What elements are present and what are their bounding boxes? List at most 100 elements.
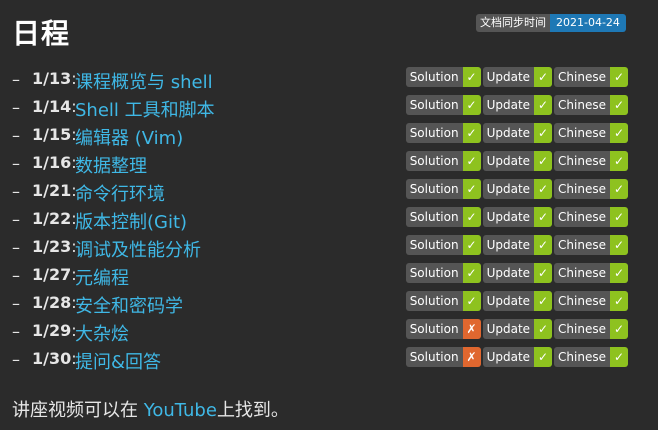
update-status-badge[interactable]: Update ✓: [482, 151, 553, 171]
update-status-badge[interactable]: Update ✓: [482, 235, 553, 255]
badge-label: Update: [482, 95, 535, 115]
check-icon: ✓: [610, 151, 628, 171]
lecture-link[interactable]: 数据整理: [75, 152, 147, 178]
solution-status-badge[interactable]: Solution ✓: [405, 291, 481, 311]
schedule-row: –1/30: 提问&回答 Solution ✗ Update ✓ Chinese ✓: [0, 346, 658, 374]
chinese-status-badge[interactable]: Chinese ✓: [554, 263, 628, 283]
solution-status-badge[interactable]: Solution ✓: [405, 263, 481, 283]
update-status-badge[interactable]: Update ✓: [482, 67, 553, 87]
chinese-status-badge[interactable]: Chinese ✓: [554, 67, 628, 87]
list-bullet: –: [12, 98, 20, 117]
check-icon: ✓: [534, 207, 553, 227]
lecture-link[interactable]: 大杂烩: [75, 320, 129, 346]
solution-status-badge[interactable]: Solution ✓: [405, 95, 481, 115]
lecture-link[interactable]: 安全和密码学: [75, 292, 183, 318]
lecture-link[interactable]: 编辑器 (Vim): [75, 124, 183, 150]
update-status-badge[interactable]: Update ✓: [482, 123, 553, 143]
list-bullet: –: [12, 154, 20, 173]
chinese-status-badge[interactable]: Chinese ✓: [554, 123, 628, 143]
chinese-status-badge[interactable]: Chinese ✓: [554, 347, 628, 367]
lecture-date-text: 1/22: [32, 209, 72, 228]
update-status-badge[interactable]: Update ✓: [482, 207, 553, 227]
list-bullet: –: [12, 210, 20, 229]
badge-label: Chinese: [554, 207, 610, 227]
badge-label: Solution: [405, 347, 463, 367]
update-status-badge[interactable]: Update ✓: [482, 347, 553, 367]
chinese-status-badge[interactable]: Chinese ✓: [554, 207, 628, 227]
schedule-row: –1/21: 命令行环境 Solution ✓ Update ✓ Chinese ✓: [0, 178, 658, 206]
lecture-date-text: 1/21: [32, 181, 72, 200]
badge-label: Chinese: [554, 179, 610, 199]
sync-date-badge: 文档同步时间 2021-04-24: [476, 14, 626, 32]
badge-label: Update: [482, 151, 535, 171]
badge-label: Solution: [405, 291, 463, 311]
badge-label: Chinese: [554, 319, 610, 339]
schedule-row: –1/13: 课程概览与 shell Solution ✓ Update ✓ Chinese…: [0, 66, 658, 94]
badge-label: Solution: [405, 95, 463, 115]
chinese-status-badge[interactable]: Chinese ✓: [554, 235, 628, 255]
solution-status-badge[interactable]: Solution ✓: [405, 207, 481, 227]
check-icon: ✓: [534, 347, 553, 367]
lecture-link[interactable]: 课程概览与 shell: [75, 68, 213, 94]
page-title: 日程: [12, 17, 71, 50]
solution-status-badge[interactable]: Solution ✓: [405, 123, 481, 143]
badge-label: Chinese: [554, 347, 610, 367]
lecture-link[interactable]: 命令行环境: [75, 180, 165, 206]
update-status-badge[interactable]: Update ✓: [482, 291, 553, 311]
solution-status-badge[interactable]: Solution ✗: [405, 347, 481, 367]
status-badges: Solution ✗ Update ✓ Chinese ✓: [405, 319, 628, 339]
solution-status-badge[interactable]: Solution ✓: [405, 179, 481, 199]
list-bullet: –: [12, 322, 20, 341]
lecture-date: 1/13:: [32, 69, 77, 88]
lecture-link[interactable]: 调试及性能分析: [75, 236, 201, 262]
check-icon: ✓: [610, 67, 628, 87]
badge-label: Solution: [405, 151, 463, 171]
chinese-status-badge[interactable]: Chinese ✓: [554, 95, 628, 115]
chinese-status-badge[interactable]: Chinese ✓: [554, 179, 628, 199]
solution-status-badge[interactable]: Solution ✓: [405, 67, 481, 87]
update-status-badge[interactable]: Update ✓: [482, 263, 553, 283]
list-bullet: –: [12, 70, 20, 89]
badge-label: Chinese: [554, 263, 610, 283]
badge-label: Update: [482, 207, 535, 227]
update-status-badge[interactable]: Update ✓: [482, 95, 553, 115]
check-icon: ✓: [462, 207, 481, 227]
list-bullet: –: [12, 238, 20, 257]
update-status-badge[interactable]: Update ✓: [482, 179, 553, 199]
list-bullet: –: [12, 266, 20, 285]
status-badges: Solution ✓ Update ✓ Chinese ✓: [405, 123, 628, 143]
lecture-date-text: 1/14: [32, 97, 72, 116]
chinese-status-badge[interactable]: Chinese ✓: [554, 319, 628, 339]
status-badges: Solution ✓ Update ✓ Chinese ✓: [405, 179, 628, 199]
chinese-status-badge[interactable]: Chinese ✓: [554, 151, 628, 171]
lecture-date: 1/16:: [32, 153, 77, 172]
check-icon: ✓: [610, 263, 628, 283]
lecture-link[interactable]: 提问&回答: [75, 348, 161, 374]
badge-label: Update: [482, 291, 535, 311]
solution-status-badge[interactable]: Solution ✓: [405, 235, 481, 255]
solution-status-badge[interactable]: Solution ✓: [405, 151, 481, 171]
update-status-badge[interactable]: Update ✓: [482, 319, 553, 339]
lecture-date: 1/22:: [32, 209, 77, 228]
badge-label: Solution: [405, 179, 463, 199]
badge-label: Update: [482, 179, 535, 199]
solution-status-badge[interactable]: Solution ✗: [405, 319, 481, 339]
badge-label: Solution: [405, 319, 463, 339]
check-icon: ✓: [610, 347, 628, 367]
lecture-date: 1/30:: [32, 349, 77, 368]
badge-label: Update: [482, 123, 535, 143]
status-badges: Solution ✓ Update ✓ Chinese ✓: [405, 95, 628, 115]
lecture-link[interactable]: 元编程: [75, 264, 129, 290]
check-icon: ✓: [534, 263, 553, 283]
lecture-link[interactable]: 版本控制(Git): [75, 208, 187, 234]
lecture-date: 1/14:: [32, 97, 77, 116]
lecture-link[interactable]: Shell 工具和脚本: [75, 96, 215, 122]
check-icon: ✓: [610, 95, 628, 115]
badge-label: Solution: [405, 207, 463, 227]
lecture-date-text: 1/27: [32, 265, 72, 284]
check-icon: ✓: [534, 291, 553, 311]
schedule-row: –1/28: 安全和密码学 Solution ✓ Update ✓ Chinese ✓: [0, 290, 658, 318]
youtube-link[interactable]: YouTube: [144, 400, 217, 421]
badge-label: Solution: [405, 67, 463, 87]
chinese-status-badge[interactable]: Chinese ✓: [554, 291, 628, 311]
